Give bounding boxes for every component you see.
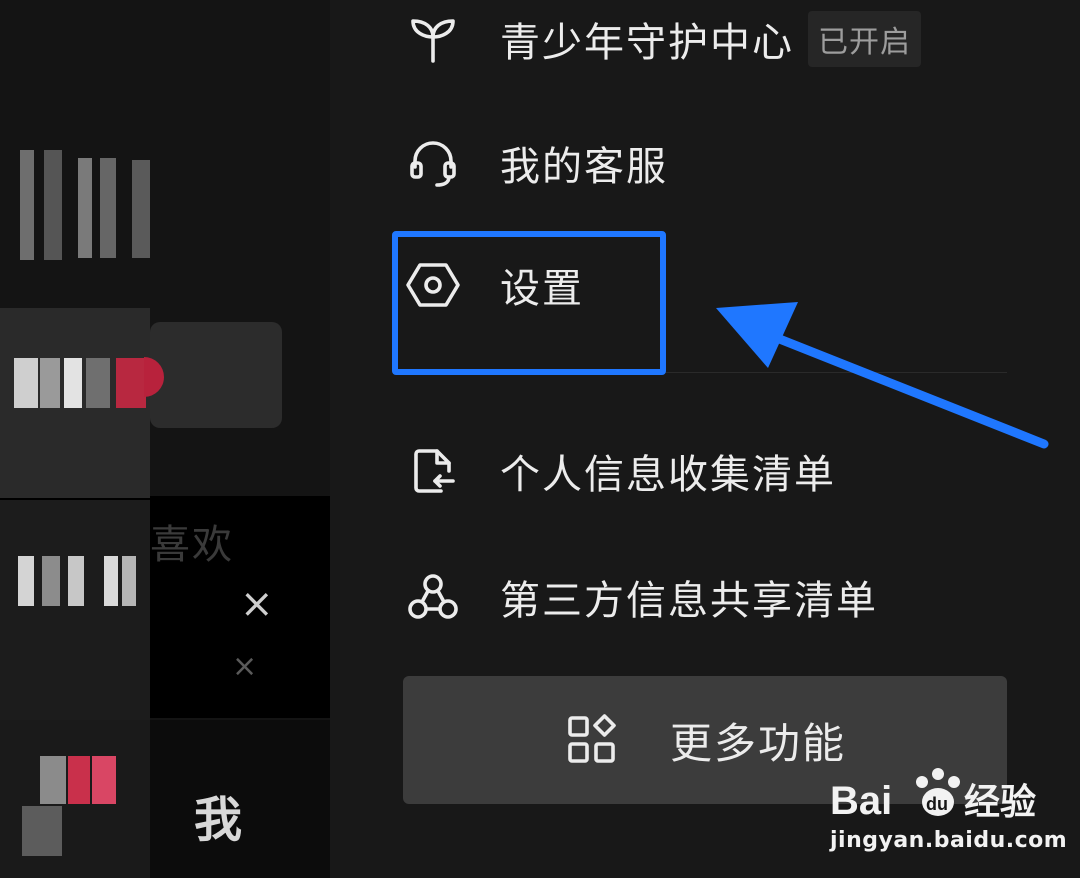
svg-text:Bai: Bai: [830, 779, 892, 823]
baidu-logo: Bai du 经验: [830, 768, 1036, 823]
baidu-jingyan-watermark: Bai du 经验 jingyan.baidu.com: [830, 764, 1070, 864]
pointer-arrow: [716, 302, 1049, 449]
svg-text:du: du: [926, 794, 948, 814]
svg-text:经验: 经验: [964, 782, 1036, 823]
watermark-url: jingyan.baidu.com: [830, 828, 1068, 853]
